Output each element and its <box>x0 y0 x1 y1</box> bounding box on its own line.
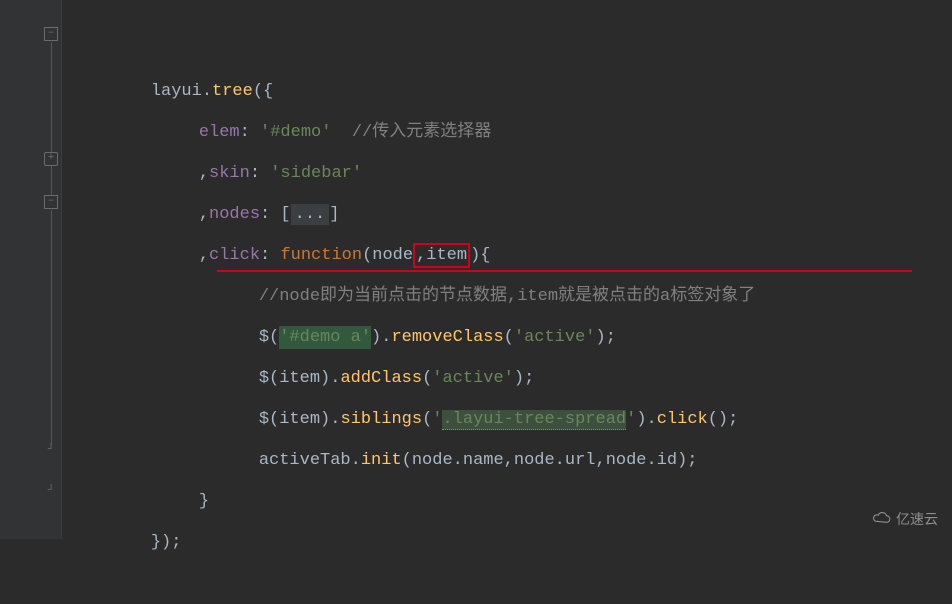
code-line: layui.tree({ <box>62 30 952 71</box>
code-editor[interactable]: layui.tree({ elem: '#demo' //传入元素选择器 ,sk… <box>62 0 952 522</box>
code-line: $(item).siblings('.layui-tree-spread').c… <box>62 358 952 399</box>
fold-expand[interactable]: + <box>44 152 58 166</box>
code-line: //node即为当前点击的节点数据,item就是被点击的a标签对象了 <box>62 235 952 276</box>
fold-end: ┘ <box>44 445 58 459</box>
fold-toggle[interactable]: – <box>44 195 58 209</box>
code-line: elem: '#demo' //传入元素选择器 <box>62 71 952 112</box>
code-line: $('#demo a').removeClass('active'); <box>62 276 952 317</box>
code-line: ,skin: 'sidebar' <box>62 112 952 153</box>
code-line: $(item).addClass('active'); <box>62 317 952 358</box>
code-line: } <box>62 440 952 481</box>
gutter: – + – ┘ ┘ <box>0 0 62 539</box>
watermark-text: 亿速云 <box>896 509 938 529</box>
annotation-underline <box>217 270 912 272</box>
code-line: activeTab.init(node.name,node.url,node.i… <box>62 399 952 440</box>
code-line: ,nodes: [...] <box>62 153 952 194</box>
code-line: ,click: function(node,item){ <box>62 194 952 235</box>
fold-toggle[interactable]: – <box>44 27 58 41</box>
watermark: 亿速云 <box>870 509 938 529</box>
fold-end: ┘ <box>44 486 58 500</box>
code-line: }); <box>62 481 952 522</box>
cloud-icon <box>870 512 892 526</box>
